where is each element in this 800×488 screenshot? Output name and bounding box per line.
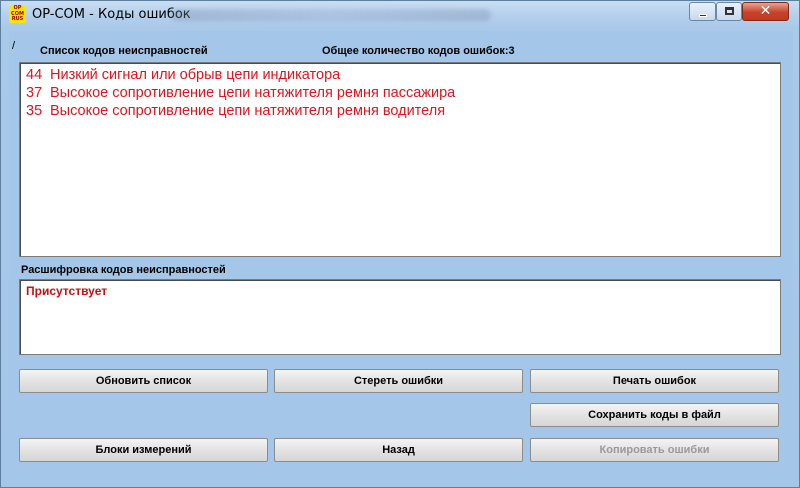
list-item[interactable]: 37 Высокое сопротивление цепи натяжителя …: [26, 84, 774, 102]
decode-label: Расшифровка кодов неисправностей: [21, 264, 226, 276]
fault-code: 35: [26, 103, 43, 119]
slash-marker: /: [12, 40, 16, 52]
maximize-icon: [725, 7, 734, 15]
refresh-list-button[interactable]: Обновить список: [19, 369, 268, 393]
close-button[interactable]: ✕: [742, 2, 789, 21]
fault-code: 37: [26, 85, 43, 101]
fault-code: 44: [26, 67, 43, 83]
opcom-app-icon: OP COM RUS: [9, 5, 26, 23]
fault-count-label: Общее количество кодов ошибок:3: [322, 45, 515, 57]
close-icon: ✕: [759, 3, 772, 19]
maximize-button[interactable]: [716, 2, 742, 21]
fault-list-label: Список кодов неисправностей: [40, 45, 208, 57]
blurred-title-info: [171, 9, 491, 21]
measurement-blocks-button[interactable]: Блоки измерений: [19, 438, 268, 462]
list-item[interactable]: 35 Высокое сопротивление цепи натяжителя …: [26, 102, 774, 120]
fault-description: Низкий сигнал или обрыв цепи индикатора: [50, 67, 341, 83]
fault-description: Высокое сопротивление цепи натяжителя ре…: [50, 103, 446, 119]
copy-errors-button[interactable]: Копировать ошибки: [530, 438, 779, 462]
back-button[interactable]: Назад: [274, 438, 523, 462]
minimize-button[interactable]: [689, 2, 716, 21]
list-item[interactable]: 44 Низкий сигнал или обрыв цепи индикатор…: [26, 66, 774, 84]
window-title: OP-COM - Коды ошибок: [32, 7, 191, 22]
opcom-window: OP COM RUS OP-COM - Коды ошибок ✕ / Список…: [0, 0, 800, 488]
fault-description: Высокое сопротивление цепи натяжителя ре…: [50, 85, 456, 101]
fault-code-list[interactable]: 44 Низкий сигнал или обрыв цепи индикатор…: [19, 62, 781, 257]
title-bar[interactable]: OP COM RUS OP-COM - Коды ошибок ✕: [1, 1, 799, 29]
decode-status-text: Присутствует: [26, 284, 108, 298]
clear-errors-button[interactable]: Стереть ошибки: [274, 369, 523, 393]
client-area: / Список кодов неисправностей Общее коли…: [9, 31, 793, 481]
minimize-icon: [699, 14, 707, 17]
save-codes-button[interactable]: Сохранить коды в файл: [530, 403, 779, 427]
decode-text-box[interactable]: Присутствует: [19, 279, 781, 355]
print-errors-button[interactable]: Печать ошибок: [530, 369, 779, 393]
